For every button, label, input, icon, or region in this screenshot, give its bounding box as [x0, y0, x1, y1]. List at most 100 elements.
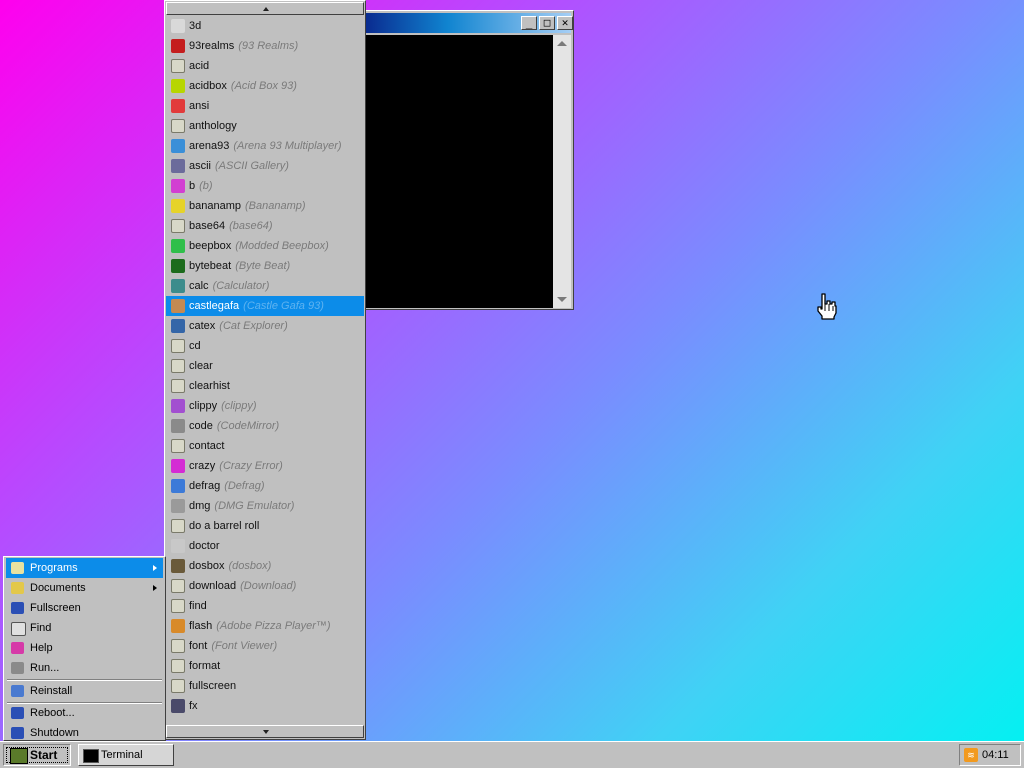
scroll-up-icon[interactable] [557, 41, 567, 46]
start-menu-programs[interactable]: Programs [6, 558, 163, 578]
start-menu-reinstall[interactable]: Reinstall [6, 681, 163, 701]
program-item[interactable]: 3d [166, 16, 364, 36]
program-command: b [189, 180, 196, 192]
start-logo-icon [10, 748, 28, 764]
start-menu: Programs Documents Fullscreen Find Help … [3, 556, 166, 741]
fullscreen-icon [11, 602, 24, 614]
start-menu-shutdown[interactable]: Shutdown [6, 723, 163, 743]
program-alias: (dosbox) [228, 560, 272, 572]
clock: 04:11 [982, 749, 1009, 761]
terminal-window[interactable]: _ □ ✕ [362, 10, 574, 310]
program-item[interactable]: fullscreen [166, 676, 364, 696]
program-item[interactable]: base64 (base64) [166, 216, 364, 236]
banana-icon [171, 199, 185, 213]
exe-icon [171, 119, 185, 133]
submenu-arrow-icon [153, 565, 157, 571]
program-command: clearhist [189, 380, 230, 392]
program-item[interactable]: arena93 (Arena 93 Multiplayer) [166, 136, 364, 156]
start-menu-fullscreen[interactable]: Fullscreen [6, 598, 163, 618]
submenu-scroll-down-button[interactable] [166, 725, 364, 738]
program-item[interactable]: crazy (Crazy Error) [166, 456, 364, 476]
program-item[interactable]: clear [166, 356, 364, 376]
program-item[interactable]: clearhist [166, 376, 364, 396]
folder-icon [11, 582, 24, 594]
start-menu-label: Fullscreen [30, 602, 81, 614]
defrag-icon [171, 479, 185, 493]
start-menu-label: Reinstall [30, 685, 73, 697]
program-item[interactable]: bytebeat (Byte Beat) [166, 256, 364, 276]
program-item[interactable]: ansi [166, 96, 364, 116]
program-command: anthology [189, 120, 237, 132]
dosbox-icon [171, 559, 185, 573]
minimize-button[interactable]: _ [521, 16, 537, 30]
program-item[interactable]: castlegafa (Castle Gafa 93) [166, 296, 364, 316]
reboot-icon [11, 707, 24, 719]
shutdown-icon [11, 727, 24, 739]
magnifier-icon [11, 622, 26, 636]
program-item[interactable]: 93realms (93 Realms) [166, 36, 364, 56]
program-item[interactable]: calc (Calculator) [166, 276, 364, 296]
program-item[interactable]: ascii (ASCII Gallery) [166, 156, 364, 176]
start-menu-run[interactable]: Run... [6, 658, 163, 678]
program-alias: (Bananamp) [245, 200, 306, 212]
submenu-scroll-up-button[interactable] [166, 2, 364, 15]
exe-icon [171, 219, 185, 233]
program-item[interactable]: b (b) [166, 176, 364, 196]
program-item[interactable]: catex (Cat Explorer) [166, 316, 364, 336]
scroll-down-icon[interactable] [557, 297, 567, 302]
program-item[interactable]: clippy (clippy) [166, 396, 364, 416]
program-item[interactable]: acidbox (Acid Box 93) [166, 76, 364, 96]
maximize-button[interactable]: □ [539, 16, 555, 30]
close-button[interactable]: ✕ [557, 16, 573, 30]
start-menu-reboot[interactable]: Reboot... [6, 703, 163, 723]
program-alias: (Castle Gafa 93) [243, 300, 324, 312]
terminal-titlebar[interactable]: _ □ ✕ [365, 13, 573, 33]
beepbox-icon [171, 239, 185, 253]
terminal-screen[interactable] [366, 35, 553, 308]
program-item[interactable]: download (Download) [166, 576, 364, 596]
start-button[interactable]: Start [3, 744, 71, 766]
program-item[interactable]: contact [166, 436, 364, 456]
castle-character-icon [171, 299, 185, 313]
program-item[interactable]: fx [166, 696, 364, 716]
program-item[interactable]: dosbox (dosbox) [166, 556, 364, 576]
chevron-down-icon [263, 730, 269, 734]
program-item[interactable]: font (Font Viewer) [166, 636, 364, 656]
program-command: download [189, 580, 237, 592]
error-icon [171, 459, 185, 473]
program-item[interactable]: bananamp (Bananamp) [166, 196, 364, 216]
program-item[interactable]: code (CodeMirror) [166, 416, 364, 436]
program-item[interactable]: dmg (DMG Emulator) [166, 496, 364, 516]
program-command: find [189, 600, 207, 612]
start-menu-documents[interactable]: Documents [6, 578, 163, 598]
program-item[interactable]: acid [166, 56, 364, 76]
start-menu-help[interactable]: Help [6, 638, 163, 658]
program-command: 93realms [189, 40, 235, 52]
exe-icon [171, 359, 185, 373]
rss-icon[interactable]: ≋ [964, 748, 978, 762]
program-item[interactable]: anthology [166, 116, 364, 136]
program-item[interactable]: flash (Adobe Pizza Player™) [166, 616, 364, 636]
exe-icon [171, 439, 185, 453]
program-item[interactable]: doctor [166, 536, 364, 556]
exe-icon [171, 579, 185, 593]
program-command: bananamp [189, 200, 241, 212]
terminal-icon [83, 749, 99, 763]
submenu-arrow-icon [153, 585, 157, 591]
program-item[interactable]: defrag (Defrag) [166, 476, 364, 496]
taskbar-button-terminal[interactable]: Terminal [78, 744, 174, 766]
ascii-icon [171, 159, 185, 173]
program-item[interactable]: cd [166, 336, 364, 356]
chevron-up-icon [263, 7, 269, 11]
start-menu-find[interactable]: Find [6, 618, 163, 638]
program-item[interactable]: beepbox (Modded Beepbox) [166, 236, 364, 256]
program-item[interactable]: format [166, 656, 364, 676]
program-item[interactable]: do a barrel roll [166, 516, 364, 536]
program-item[interactable]: find [166, 596, 364, 616]
start-button-label: Start [30, 748, 58, 762]
terminal-scrollbar[interactable] [553, 35, 571, 308]
start-menu-label: Reboot... [30, 707, 75, 719]
program-alias: (Calculator) [212, 280, 270, 292]
program-command: ansi [189, 100, 210, 112]
program-alias: (Modded Beepbox) [235, 240, 329, 252]
